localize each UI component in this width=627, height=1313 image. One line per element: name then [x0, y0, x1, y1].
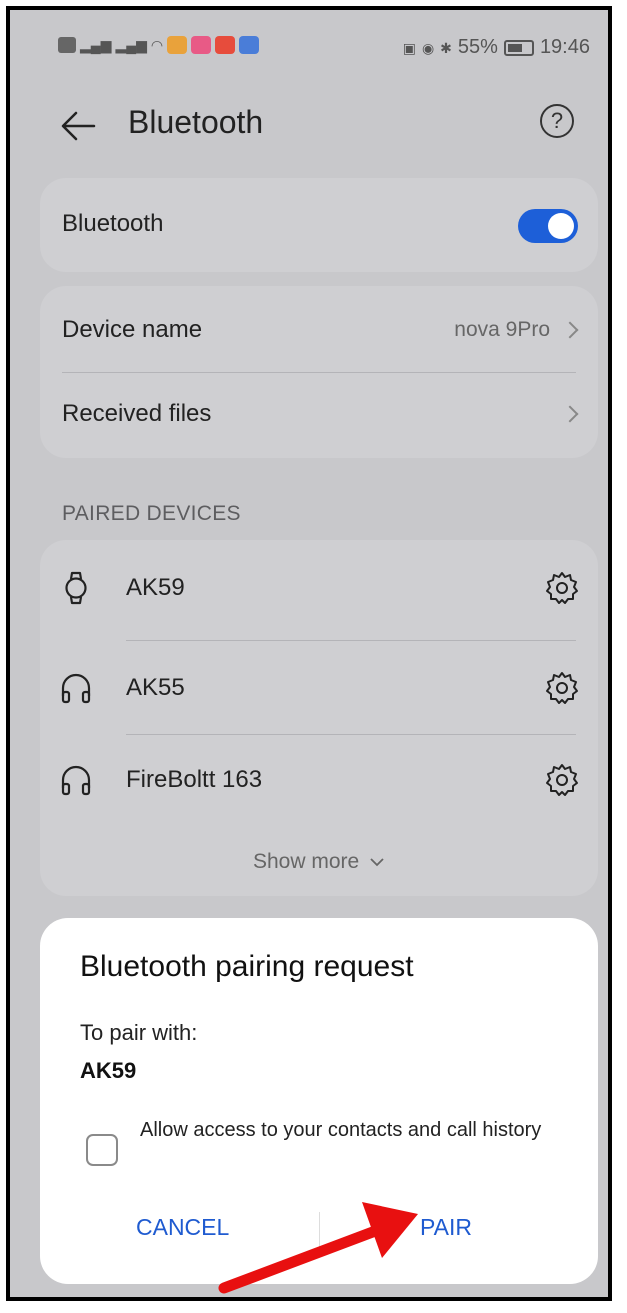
status-right: ▣ ◉ ✱ 55% 19:46 — [403, 36, 590, 59]
device-name: AK55 — [126, 674, 185, 701]
headphones-icon — [61, 765, 91, 796]
button-divider — [319, 1212, 320, 1252]
paired-device-row[interactable]: FireBoltt 163 — [40, 734, 598, 828]
device-info-card: Device name nova 9Pro Received files — [40, 286, 598, 458]
gear-icon[interactable] — [544, 670, 580, 706]
device-name-value: nova 9Pro — [454, 318, 550, 341]
bluetooth-icon: ✱ — [440, 39, 452, 56]
bluetooth-label: Bluetooth — [62, 210, 164, 237]
chevron-right-icon — [561, 405, 579, 423]
status-left: ▂▄▆ ▂▄▆ ◠ — [58, 36, 260, 54]
device-name: AK59 — [126, 574, 185, 601]
signal-icon: ▂▄▆ — [80, 37, 112, 53]
back-arrow-icon — [61, 111, 96, 141]
paired-device-row[interactable]: AK55 — [40, 640, 598, 734]
received-files-label: Received files — [62, 400, 212, 427]
dialog-device-name: AK59 — [80, 1058, 137, 1083]
device-name-label: Device name — [62, 316, 203, 343]
nfc-icon: ▣ — [402, 39, 416, 56]
paired-device-row[interactable]: AK59 — [40, 540, 598, 634]
toggle-knob — [548, 213, 574, 239]
app-notification-icon — [239, 36, 260, 54]
dialog-subtitle: To pair with: — [80, 1020, 198, 1045]
watch-icon — [65, 571, 87, 605]
contacts-access-checkbox[interactable] — [86, 1134, 118, 1166]
received-files-row[interactable]: Received files — [40, 372, 598, 458]
gear-icon[interactable] — [544, 570, 580, 606]
show-more-button[interactable]: Show more — [40, 850, 598, 874]
app-notification-icon — [215, 36, 236, 54]
phone-screen: ▂▄▆ ▂▄▆ ◠ ▣ ◉ ✱ 55% 19:46 Bluetooth ? Bl… — [6, 6, 612, 1301]
back-button[interactable] — [58, 108, 98, 144]
headphones-icon — [61, 673, 91, 704]
page-title: Bluetooth — [128, 104, 264, 140]
contacts-access-label: Allow access to your contacts and call h… — [140, 1119, 542, 1141]
show-more-label: Show more — [252, 850, 360, 873]
wifi-icon: ◠ — [150, 37, 164, 53]
app-bar: Bluetooth ? — [10, 90, 608, 160]
device-name-row[interactable]: Device name nova 9Pro — [40, 286, 598, 372]
chevron-down-icon — [370, 858, 384, 867]
gear-icon[interactable] — [544, 762, 580, 798]
clock: 19:46 — [539, 36, 590, 58]
chevron-right-icon — [561, 321, 579, 339]
paired-devices-card: AK59 AK55 FireBoltt 163 Show more — [40, 540, 598, 896]
battery-percent: 55% — [457, 36, 498, 58]
battery-icon — [503, 39, 534, 56]
device-name: FireBoltt 163 — [126, 766, 263, 793]
bluetooth-toggle-card: Bluetooth — [40, 178, 598, 272]
dialog-title: Bluetooth pairing request — [80, 950, 414, 983]
help-icon[interactable]: ? — [540, 104, 574, 138]
hd-icon — [58, 37, 76, 53]
cancel-button[interactable]: CANCEL — [136, 1214, 229, 1241]
pairing-dialog: Bluetooth pairing request To pair with: … — [40, 918, 598, 1284]
signal-icon: ▂▄▆ — [115, 37, 147, 53]
paired-devices-heading: PAIRED DEVICES — [62, 502, 241, 525]
status-bar: ▂▄▆ ▂▄▆ ◠ ▣ ◉ ✱ 55% 19:46 — [10, 10, 608, 80]
bluetooth-toggle[interactable] — [518, 209, 578, 243]
app-notification-icon — [191, 36, 212, 54]
app-notification-icon — [167, 36, 188, 54]
pair-button[interactable]: PAIR — [420, 1214, 472, 1241]
alarm-icon: ◉ — [421, 39, 435, 56]
